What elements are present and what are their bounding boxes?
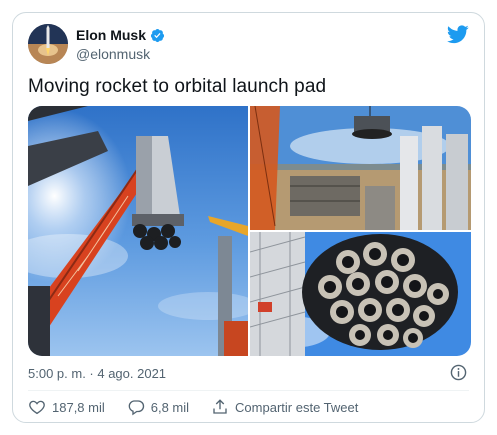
- photo-launch-site[interactable]: [250, 106, 471, 230]
- author-handle[interactable]: @elonmusk: [76, 46, 150, 62]
- media-grid[interactable]: [28, 106, 471, 356]
- tweet-card[interactable]: Elon Musk @elonmusk Moving rocket to orb…: [12, 12, 485, 423]
- verified-badge-icon: [150, 28, 165, 42]
- photo-rocket-lift[interactable]: [28, 106, 248, 356]
- avatar[interactable]: [28, 24, 68, 64]
- heart-icon: [29, 400, 45, 415]
- like-button[interactable]: 187,8 mil: [28, 398, 105, 416]
- share-button[interactable]: Compartir este Tweet: [211, 398, 358, 416]
- reply-icon: [128, 400, 144, 416]
- divider: [28, 390, 469, 391]
- photo-engines[interactable]: [250, 232, 471, 356]
- tweet-timestamp[interactable]: 5:00 p. m. · 4 ago. 2021: [28, 366, 166, 381]
- info-icon[interactable]: [450, 364, 467, 381]
- reply-button[interactable]: 6,8 mil: [127, 398, 189, 416]
- author-name[interactable]: Elon Musk: [76, 27, 146, 43]
- like-count: 187,8 mil: [52, 399, 105, 415]
- share-icon: [213, 399, 227, 414]
- reply-count: 6,8 mil: [150, 399, 190, 415]
- action-bar: 187,8 mil 6,8 mil Compartir este Tweet: [28, 398, 380, 416]
- tweet-text: Moving rocket to orbital launch pad: [28, 76, 327, 97]
- share-label: Compartir este Tweet: [235, 399, 359, 415]
- twitter-bird-icon[interactable]: [447, 25, 469, 44]
